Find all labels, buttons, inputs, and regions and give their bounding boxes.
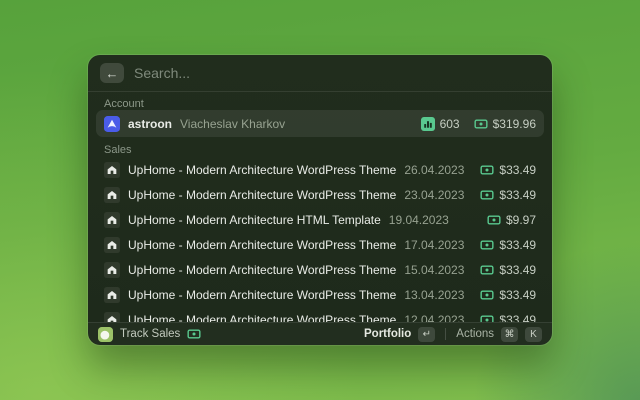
bar-chart-icon: [420, 116, 435, 131]
sale-title: UpHome - Modern Architecture WordPress T…: [128, 162, 397, 177]
footer-divider: [445, 328, 447, 340]
sale-date: 15.04.2023: [404, 262, 465, 277]
banknote-icon: [480, 165, 494, 174]
earnings-value: $319.96: [492, 116, 536, 131]
product-thumbnail-icon: [104, 161, 120, 178]
banknote-icon: [480, 190, 494, 199]
footer-bar: Track Sales Portfolio ↵ Actions ⌘ K: [88, 322, 552, 345]
sale-row[interactable]: UpHome - Modern Architecture WordPress T…: [88, 307, 552, 322]
sale-title: UpHome - Modern Architecture WordPress T…: [128, 262, 397, 277]
sale-row[interactable]: UpHome - Modern Architecture WordPress T…: [88, 232, 552, 257]
banknote-icon: [474, 119, 488, 128]
footer-app-name: Track Sales: [120, 328, 181, 340]
banknote-icon: [480, 290, 494, 299]
extension-icon: [98, 326, 113, 342]
sale-title: UpHome - Modern Architecture HTML Templa…: [128, 212, 381, 227]
sale-title: UpHome - Modern Architecture WordPress T…: [128, 237, 397, 252]
account-name: astroon: [128, 116, 173, 131]
sale-date: 19.04.2023: [388, 212, 449, 227]
sale-row[interactable]: UpHome - Modern Architecture WordPress T…: [88, 182, 552, 207]
sale-date: 12.04.2023: [404, 312, 465, 323]
launcher-window: ← Account astroon Viacheslav Kharkov 603: [88, 55, 552, 345]
product-thumbnail-icon: [104, 186, 120, 203]
sale-date: 17.04.2023: [404, 237, 465, 252]
product-thumbnail-icon: [104, 261, 120, 278]
account-row[interactable]: astroon Viacheslav Kharkov 603 $319.96: [96, 110, 544, 137]
primary-action-label[interactable]: Portfolio: [364, 328, 411, 340]
banknote-icon: [480, 315, 494, 322]
sales-count-value: 603: [439, 116, 460, 131]
product-thumbnail-icon: [104, 236, 120, 253]
sale-price: $9.97: [505, 212, 536, 227]
sale-title: UpHome - Modern Architecture WordPress T…: [128, 287, 397, 302]
sale-price: $33.49: [499, 287, 537, 302]
sale-price: $33.49: [499, 162, 537, 177]
search-bar: ←: [88, 55, 552, 92]
sale-date: 13.04.2023: [404, 287, 465, 302]
banknote-icon: [487, 215, 501, 224]
section-header-account: Account: [104, 98, 144, 110]
sale-title: UpHome - Modern Architecture WordPress T…: [128, 312, 397, 323]
banknote-icon: [480, 240, 494, 249]
back-button[interactable]: ←: [100, 63, 124, 83]
earnings-stat: $319.96: [474, 117, 536, 131]
sale-row[interactable]: UpHome - Modern Architecture WordPress T…: [88, 257, 552, 282]
astroon-logo-icon: [104, 115, 120, 132]
sale-date: 23.04.2023: [404, 187, 465, 202]
sales-count-stat: 603: [420, 116, 460, 131]
banknote-icon: [187, 329, 201, 339]
sale-price: $33.49: [499, 237, 537, 252]
sale-row[interactable]: UpHome - Modern Architecture WordPress T…: [88, 282, 552, 307]
search-input[interactable]: [134, 65, 540, 81]
k-key-badge: K: [525, 326, 542, 342]
product-thumbnail-icon: [104, 311, 120, 322]
sale-row[interactable]: UpHome - Modern Architecture HTML Templa…: [88, 207, 552, 232]
actions-menu-label[interactable]: Actions: [456, 328, 494, 340]
sale-price: $33.49: [499, 262, 537, 277]
results-list: Account astroon Viacheslav Kharkov 603 $…: [88, 92, 552, 322]
product-thumbnail-icon: [104, 286, 120, 303]
sale-price: $33.49: [499, 187, 537, 202]
sale-price: $33.49: [499, 312, 537, 323]
sale-title: UpHome - Modern Architecture WordPress T…: [128, 187, 397, 202]
enter-key-badge: ↵: [418, 326, 436, 342]
section-header-sales: Sales: [104, 144, 132, 156]
product-thumbnail-icon: [104, 211, 120, 228]
account-owner: Viacheslav Kharkov: [180, 116, 286, 131]
sale-row[interactable]: UpHome - Modern Architecture WordPress T…: [88, 157, 552, 182]
sale-date: 26.04.2023: [404, 162, 465, 177]
banknote-icon: [480, 265, 494, 274]
cmd-key-badge: ⌘: [501, 326, 518, 342]
arrow-left-icon: ←: [105, 65, 119, 81]
